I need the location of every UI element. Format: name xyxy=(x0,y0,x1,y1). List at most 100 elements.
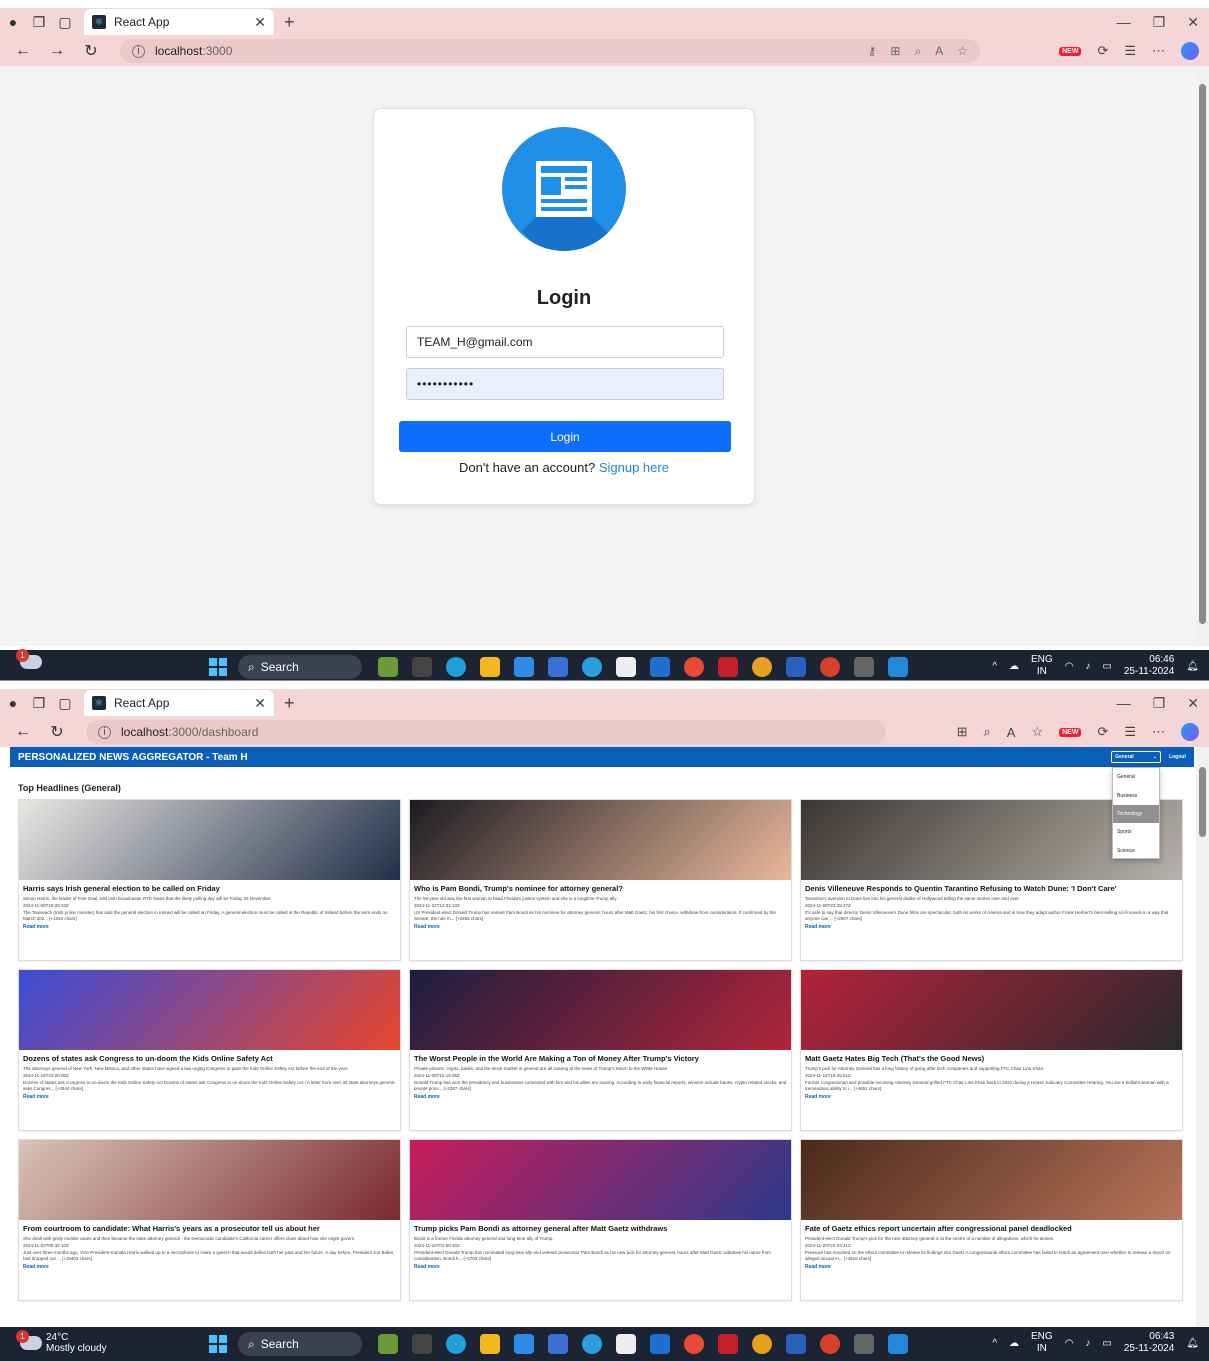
new-tab-icon[interactable]: + xyxy=(284,12,295,33)
app-icon[interactable] xyxy=(582,1334,602,1354)
back-icon[interactable]: ← xyxy=(10,42,36,60)
volume-icon[interactable]: ♪ xyxy=(1085,661,1090,672)
workspaces-icon[interactable]: ❐ xyxy=(26,9,52,35)
close-window-icon[interactable]: ✕ xyxy=(1187,14,1199,31)
read-more-link[interactable]: Read more xyxy=(414,924,787,930)
read-more-link[interactable]: Read more xyxy=(23,1264,396,1270)
scrollbar[interactable] xyxy=(1196,66,1209,646)
app-icon[interactable] xyxy=(616,657,636,677)
read-aloud-icon[interactable]: A xyxy=(935,44,943,59)
app-icon[interactable] xyxy=(650,1334,670,1354)
language-indicator[interactable]: ENG IN xyxy=(1031,1331,1053,1355)
file-explorer-icon[interactable] xyxy=(480,1334,500,1354)
mcafee-icon[interactable] xyxy=(718,657,738,677)
info-icon[interactable]: i xyxy=(132,44,145,58)
zoom-icon[interactable]: ⌕ xyxy=(983,724,990,740)
terminal-icon[interactable] xyxy=(854,1334,874,1354)
profile-icon[interactable]: ● xyxy=(0,690,26,716)
clock[interactable]: 06:43 25-11-2024 xyxy=(1124,1331,1174,1355)
wifi-icon[interactable]: ◠ xyxy=(1065,1338,1074,1349)
app-icon[interactable] xyxy=(616,1334,636,1354)
profile-icon[interactable]: ● xyxy=(0,9,26,35)
close-window-icon[interactable]: ✕ xyxy=(1187,695,1199,712)
windows-start-icon[interactable] xyxy=(209,1335,227,1353)
signup-link[interactable]: Signup here xyxy=(599,460,669,475)
cloud-icon[interactable]: ☁ xyxy=(1009,661,1019,672)
url-input[interactable]: i localhost:3000 ⚷ ⊞ ⌕ A ☆ xyxy=(120,39,980,63)
store-icon[interactable] xyxy=(514,657,534,677)
google-icon[interactable] xyxy=(684,657,704,677)
copilot-icon[interactable] xyxy=(1181,723,1199,741)
file-explorer-icon[interactable] xyxy=(480,657,500,677)
copilot-icon[interactable] xyxy=(1181,42,1199,60)
zoom-icon[interactable]: ⌕ xyxy=(914,44,921,59)
windows-start-icon[interactable] xyxy=(209,658,227,676)
info-icon[interactable]: i xyxy=(98,725,111,739)
category-option[interactable]: Sports xyxy=(1113,823,1159,841)
split-screen-icon[interactable]: ⊞ xyxy=(957,724,968,740)
refresh-icon[interactable]: ↻ xyxy=(44,722,70,742)
vscode-icon[interactable] xyxy=(888,657,908,677)
tab-actions-icon[interactable]: ▢ xyxy=(52,690,78,716)
workspaces-icon[interactable]: ❐ xyxy=(26,690,52,716)
app-icon[interactable] xyxy=(820,657,840,677)
favorite-star-icon[interactable]: ☆ xyxy=(1031,724,1043,740)
taskbar-search[interactable]: ⌕ Search xyxy=(238,655,362,679)
extensions-icon[interactable]: ⟳ xyxy=(1097,43,1108,59)
chevron-up-icon[interactable]: ^ xyxy=(992,661,997,672)
back-icon[interactable]: ← xyxy=(10,723,36,741)
battery-icon[interactable]: ▭ xyxy=(1102,1338,1111,1349)
minimize-icon[interactable]: — xyxy=(1117,695,1131,711)
category-select[interactable]: General ⌄ xyxy=(1111,751,1162,763)
new-tab-icon[interactable]: + xyxy=(284,693,295,714)
app-icon[interactable] xyxy=(548,657,568,677)
weather-widget[interactable]: 1 xyxy=(16,649,42,669)
browser-tab[interactable]: ⚛ React App ✕ xyxy=(84,9,274,35)
vscode-icon[interactable] xyxy=(888,1334,908,1354)
read-more-link[interactable]: Read more xyxy=(414,1264,787,1270)
clock[interactable]: 06:46 25-11-2024 xyxy=(1124,654,1174,678)
read-more-link[interactable]: Read more xyxy=(23,924,396,930)
logout-button[interactable]: Logout xyxy=(1169,754,1186,760)
key-icon[interactable]: ⚷ xyxy=(868,44,877,59)
app-icon[interactable] xyxy=(820,1334,840,1354)
store-icon[interactable] xyxy=(514,1334,534,1354)
google-icon[interactable] xyxy=(684,1334,704,1354)
restore-icon[interactable]: ❐ xyxy=(1153,14,1166,31)
language-indicator[interactable]: ENG IN xyxy=(1031,654,1053,678)
minimize-icon[interactable]: — xyxy=(1117,14,1131,30)
taskbar-search[interactable]: ⌕ Search xyxy=(238,1332,362,1356)
favorite-star-icon[interactable]: ☆ xyxy=(957,44,968,59)
mcafee-icon[interactable] xyxy=(718,1334,738,1354)
wifi-icon[interactable]: ◠ xyxy=(1065,661,1074,672)
browser-tab[interactable]: ⚛ React App ✕ xyxy=(84,690,274,716)
category-option[interactable]: Science xyxy=(1113,842,1159,860)
battery-icon[interactable]: ▭ xyxy=(1102,661,1111,672)
favorites-icon[interactable]: ☰ xyxy=(1124,43,1136,59)
word-icon[interactable] xyxy=(786,1334,806,1354)
app-icon[interactable] xyxy=(650,657,670,677)
read-more-link[interactable]: Read more xyxy=(414,1094,787,1100)
read-aloud-icon[interactable]: A xyxy=(1007,725,1016,740)
app-icon[interactable] xyxy=(548,1334,568,1354)
url-input[interactable]: i localhost:3000/dashboard xyxy=(86,720,886,744)
favorites-icon[interactable]: ☰ xyxy=(1124,724,1136,740)
chrome-icon[interactable] xyxy=(752,657,772,677)
notification-bell-icon[interactable]: 🔔︎ xyxy=(1186,1338,1199,1349)
extensions-icon[interactable]: ⟳ xyxy=(1097,724,1108,740)
word-icon[interactable] xyxy=(786,657,806,677)
new-badge[interactable]: NEW xyxy=(1059,46,1082,56)
scrollbar[interactable] xyxy=(1196,747,1209,1331)
new-badge[interactable]: NEW xyxy=(1059,727,1082,737)
app-icon[interactable] xyxy=(582,657,602,677)
app-icon[interactable] xyxy=(378,657,398,677)
more-menu-icon[interactable]: ⋯ xyxy=(1152,724,1165,740)
email-field[interactable]: TEAM_H@gmail.com xyxy=(406,326,724,358)
read-more-link[interactable]: Read more xyxy=(805,924,1178,930)
close-tab-icon[interactable]: ✕ xyxy=(254,14,266,31)
category-option[interactable]: General xyxy=(1113,768,1159,786)
read-more-link[interactable]: Read more xyxy=(805,1094,1178,1100)
edge-icon[interactable] xyxy=(446,657,466,677)
category-option[interactable]: Business xyxy=(1113,786,1159,804)
cloud-icon[interactable]: ☁ xyxy=(1009,1338,1019,1349)
